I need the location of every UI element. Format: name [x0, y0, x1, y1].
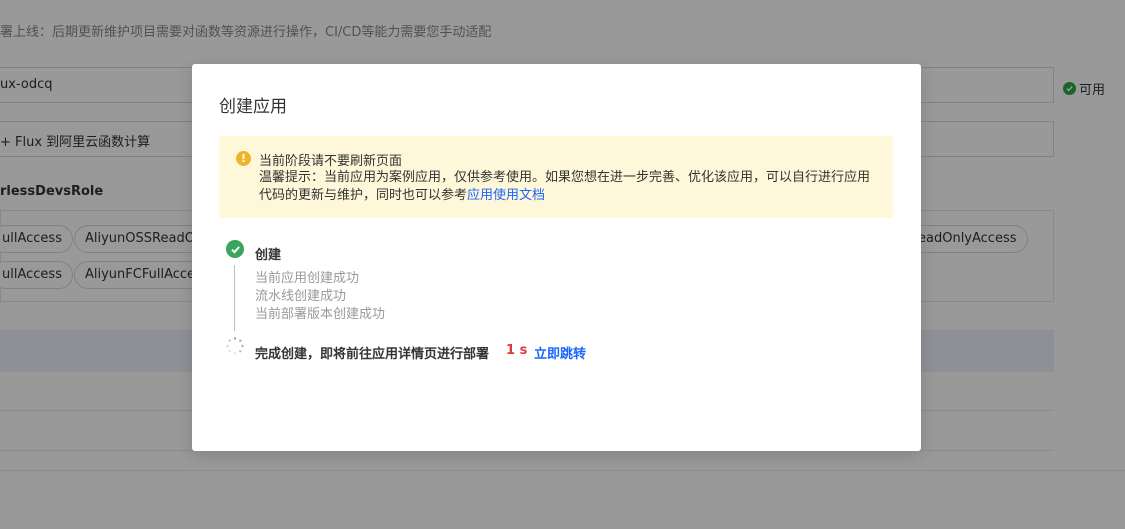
step-create-title: 创建 — [255, 248, 282, 263]
step-detail: 当前部署版本创建成功 — [255, 307, 386, 322]
step-detail: 流水线创建成功 — [255, 289, 347, 304]
exclamation-icon: ! — [236, 151, 251, 166]
step-finish-title: 完成创建，即将前往应用详情页进行部署 — [255, 347, 490, 362]
modal-title: 创建应用 — [219, 97, 287, 117]
warning-alert: ! 当前阶段请不要刷新页面 温馨提示：当前应用为案例应用，仅供参考使用。如果您想… — [219, 136, 893, 218]
redirect-countdown: 1 s — [506, 343, 528, 358]
step-detail: 当前应用创建成功 — [255, 271, 360, 286]
app-docs-link[interactable]: 应用使用文档 — [467, 188, 545, 203]
check-circle-icon — [226, 240, 244, 258]
alert-body-text: 温馨提示：当前应用为案例应用，仅供参考使用。如果您想在进一步完善、优化该应用，可… — [259, 170, 871, 203]
step-connector — [234, 265, 235, 331]
create-app-modal: 创建应用 ! 当前阶段请不要刷新页面 温馨提示：当前应用为案例应用，仅供参考使用… — [192, 64, 921, 451]
alert-body: 温馨提示：当前应用为案例应用，仅供参考使用。如果您想在进一步完善、优化该应用，可… — [259, 169, 879, 205]
jump-now-link[interactable]: 立即跳转 — [534, 343, 586, 362]
loading-spinner-icon — [225, 336, 245, 356]
alert-title: 当前阶段请不要刷新页面 — [259, 154, 403, 169]
